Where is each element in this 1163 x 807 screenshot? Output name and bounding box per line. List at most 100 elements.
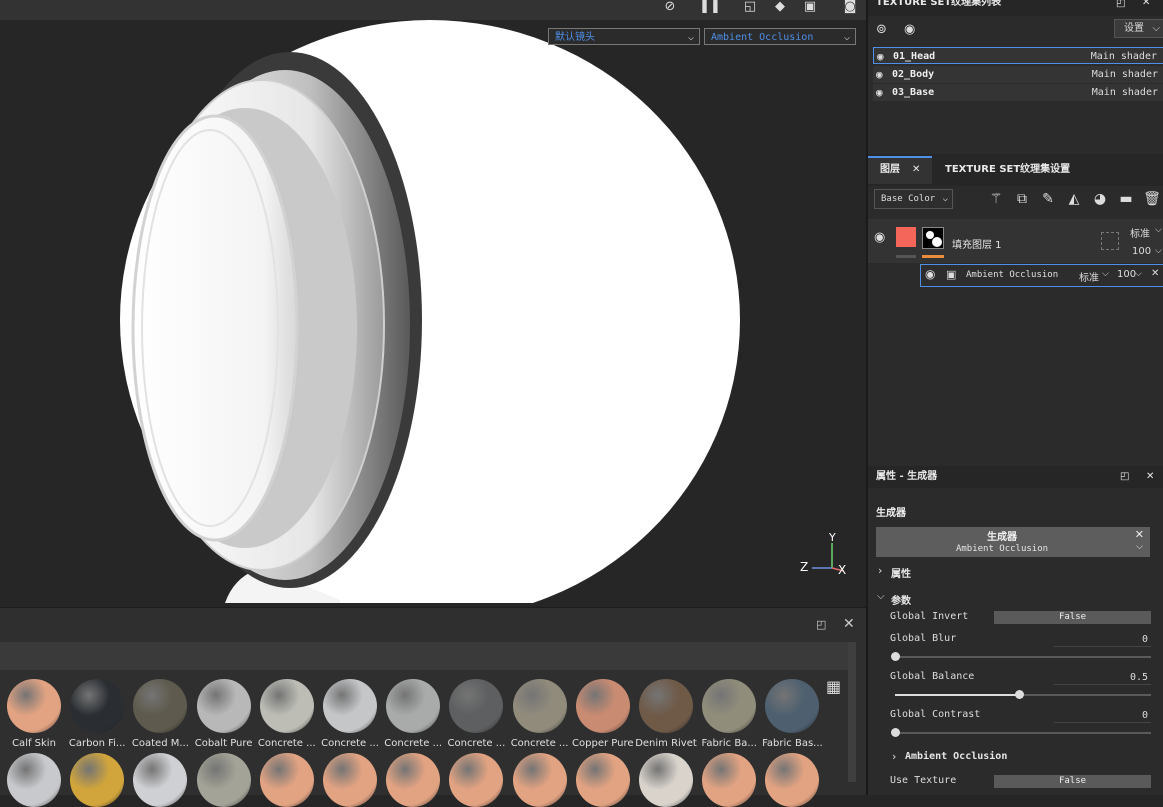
mask-thumbnail[interactable] <box>922 227 944 249</box>
eye-icon[interactable]: ◉ <box>876 84 883 101</box>
fill-layer-opacity[interactable]: 100 <box>1132 246 1151 257</box>
close-icon[interactable]: ✕ <box>1135 528 1144 541</box>
fill-layer-name[interactable]: 填充图层 1 <box>952 236 1002 251</box>
shelf-search-bar[interactable] <box>0 642 856 670</box>
material-thumbnail[interactable] <box>3 753 65 807</box>
group-ambient-occlusion[interactable]: Ambient Occlusion <box>905 751 1007 762</box>
folder-icon[interactable]: ▬ <box>1116 190 1136 208</box>
material-preview <box>7 679 61 733</box>
material-thumbnail[interactable]: Concrete ... <box>445 679 507 749</box>
global-balance-value[interactable]: 0.5 <box>1054 671 1151 685</box>
float-panel-icon[interactable]: ◰ <box>1116 0 1125 13</box>
material-thumbnail[interactable]: Denim Rivet <box>635 679 697 749</box>
texture-set-row[interactable]: ◉ 03_Base Main shader <box>873 84 1163 101</box>
layer-mask-slot[interactable] <box>1101 232 1119 250</box>
fill-bucket-icon[interactable]: ◭ <box>1064 190 1084 208</box>
tab-texture-set-settings[interactable]: TEXTURE SET纹理集设置 <box>945 156 1070 184</box>
chevron-down-icon[interactable]: ⌵ <box>877 591 885 602</box>
shader-name[interactable]: Main shader <box>1092 84 1158 101</box>
magic-wand-icon[interactable]: ⚚ <box>986 190 1006 208</box>
fill-color-thumbnail[interactable] <box>896 227 916 247</box>
chevron-down-icon[interactable]: ⌵ <box>1136 542 1143 552</box>
slider-handle[interactable] <box>891 652 900 661</box>
pause-icon[interactable]: ❚❚ <box>698 0 722 16</box>
close-icon[interactable]: ✕ <box>912 156 920 184</box>
float-panel-icon[interactable]: ◰ <box>816 618 826 631</box>
video-icon[interactable]: ▣ <box>798 0 822 16</box>
material-thumbnail[interactable]: Cobalt Pure <box>193 679 255 749</box>
chevron-right-icon[interactable]: › <box>878 564 882 577</box>
shader-name[interactable]: Main shader <box>1091 48 1157 65</box>
material-thumbnail[interactable]: Concrete ... <box>319 679 381 749</box>
material-thumbnail[interactable]: Concrete ... <box>509 679 571 749</box>
material-preview <box>449 753 504 807</box>
brush-icon[interactable]: ✎ <box>1038 190 1058 208</box>
material-thumbnail[interactable]: Concrete ... <box>256 679 318 749</box>
texture-set-row[interactable]: ◉ 01_Head Main shader <box>873 47 1163 64</box>
material-thumbnail[interactable] <box>319 753 381 807</box>
material-thumbnail[interactable] <box>256 753 318 807</box>
channel-select[interactable]: Ambient Occlusion ⌵ <box>704 28 856 45</box>
material-thumbnail[interactable]: Fabric Ba... <box>698 679 760 749</box>
eye-toggle-icon[interactable]: ⊚ <box>876 22 887 37</box>
material-thumbnail[interactable] <box>509 753 571 807</box>
close-icon[interactable]: ✕ <box>1146 466 1154 488</box>
3d-viewport[interactable]: ⊘ ❚❚ ◱ ◆ ▣ ◙ 默认镜头 ⌵ Ambient Occlusion ⌵ … <box>0 0 866 603</box>
material-thumbnail[interactable]: Copper Pure <box>572 679 634 749</box>
shader-name[interactable]: Main shader <box>1092 66 1158 83</box>
material-thumbnail[interactable]: Carbon Fi... <box>66 679 128 749</box>
global-balance-slider[interactable] <box>895 690 1151 699</box>
mask-icon[interactable]: ◕ <box>1090 190 1110 208</box>
camera-select[interactable]: 默认镜头 ⌵ <box>548 28 700 45</box>
trash-icon[interactable]: 🗑 <box>1142 190 1162 208</box>
group-params[interactable]: 参数 <box>891 592 911 607</box>
material-thumbnail[interactable] <box>698 753 760 807</box>
material-thumbnail[interactable] <box>382 753 444 807</box>
eye-icon[interactable]: ◉ <box>925 267 935 281</box>
settings-select[interactable]: 设置 ⌵ <box>1114 19 1163 38</box>
material-thumbnail[interactable] <box>129 753 191 807</box>
material-thumbnail[interactable] <box>193 753 255 807</box>
group-attributes[interactable]: 属性 <box>891 565 911 580</box>
material-thumbnail[interactable] <box>761 753 823 807</box>
add-effect-icon[interactable]: ⧉ <box>1012 190 1032 208</box>
global-blur-value[interactable]: 0 <box>1054 633 1151 647</box>
material-thumbnail[interactable] <box>572 753 634 807</box>
ao-effect-name[interactable]: Ambient Occlusion <box>966 270 1058 280</box>
slider-handle[interactable] <box>891 728 900 737</box>
camera-view-icon[interactable]: ◱ <box>738 0 762 16</box>
close-icon[interactable]: ✕ <box>1142 0 1150 12</box>
global-blur-slider[interactable] <box>891 652 1151 661</box>
eye-icon[interactable]: ◉ <box>874 230 885 245</box>
eye-icon[interactable]: ◉ <box>904 22 915 37</box>
close-icon[interactable]: ✕ <box>843 616 855 632</box>
ao-effect-opacity[interactable]: 100 <box>1117 269 1136 280</box>
material-thumbnail[interactable]: Fabric Bas... <box>761 679 823 749</box>
shelf-scrollbar[interactable] <box>848 642 856 782</box>
hide-icon[interactable]: ⊘ <box>658 0 682 16</box>
slider-handle[interactable] <box>1015 690 1024 699</box>
material-thumbnail[interactable] <box>66 753 128 807</box>
tab-layers[interactable] <box>868 156 932 184</box>
close-icon[interactable]: ✕ <box>1151 268 1159 279</box>
global-contrast-value[interactable]: 0 <box>1054 709 1151 723</box>
use-texture-field[interactable]: False <box>994 775 1151 788</box>
material-thumbnail[interactable]: Calf Skin <box>3 679 65 749</box>
global-contrast-slider[interactable] <box>891 728 1151 737</box>
material-thumbnail[interactable] <box>445 753 507 807</box>
chevron-right-icon[interactable]: › <box>892 750 896 763</box>
screenshot-icon[interactable]: ◙ <box>838 0 862 16</box>
cube-icon[interactable]: ◆ <box>768 0 792 16</box>
global-invert-field[interactable]: False <box>994 611 1151 624</box>
layer-channel-select[interactable]: Base Color ⌵ <box>874 189 953 209</box>
generator-selector[interactable]: 生成器 Ambient Occlusion ✕ ⌵ <box>876 527 1150 557</box>
material-thumbnail[interactable]: Concrete ... <box>382 679 444 749</box>
eye-icon[interactable]: ◉ <box>876 66 883 83</box>
eye-icon[interactable]: ◉ <box>877 48 884 65</box>
ao-effect-blend[interactable]: 标准 <box>1079 269 1099 284</box>
float-panel-icon[interactable]: ◰ <box>1120 466 1129 488</box>
fill-layer-blend[interactable]: 标准 <box>1130 225 1150 240</box>
texture-set-row[interactable]: ◉ 02_Body Main shader <box>873 65 1163 83</box>
material-thumbnail[interactable]: Coated M... <box>129 679 191 749</box>
material-thumbnail[interactable] <box>635 753 697 807</box>
